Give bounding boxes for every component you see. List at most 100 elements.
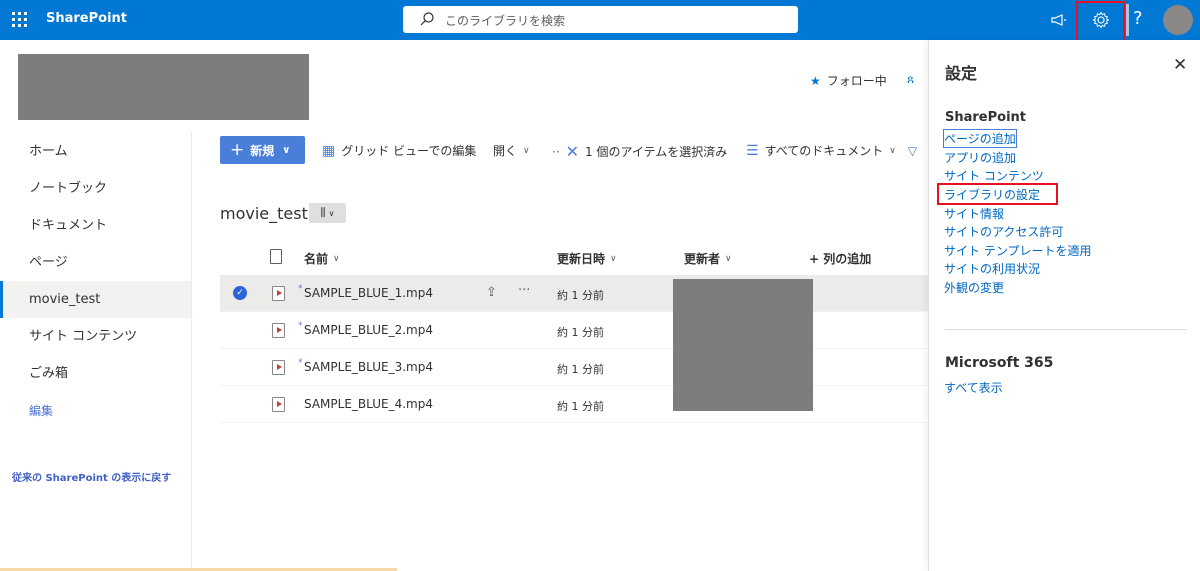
new-item-sparkle-icon: ⁎ [298,318,303,328]
view-selector[interactable]: ☰ すべてのドキュメント ∨ ▽ [746,142,917,159]
column-modified-label: 更新日時 [557,252,606,266]
add-column-label: + 列の追加 [809,252,872,266]
library-view-switch[interactable]: ⫼ ∨ [309,203,346,223]
library-icon: ⫼ [320,206,326,219]
m365-heading: Microsoft 365 [945,355,1054,371]
plus-icon: + [230,140,245,160]
sharepoint-heading: SharePoint [945,110,1027,125]
chevron-down-icon: ∨ [282,144,291,156]
close-icon[interactable]: ✕ [566,142,579,161]
file-name[interactable]: SAMPLE_BLUE_4.mp4 [304,397,433,411]
search-box[interactable]: このライブラリを検索 [403,6,798,33]
chevron-down-icon: ∨ [328,208,335,218]
link-site-permissions[interactable]: サイトのアクセス許可 [944,223,1063,240]
help-icon[interactable]: ? [1133,8,1143,29]
chevron-down-icon: ∨ [523,145,530,156]
file-modified: 約 1 分前 [557,326,604,339]
open-button[interactable]: 開く ∨ [493,142,530,159]
new-item-sparkle-icon: ⁎ [298,281,303,291]
checkmark-icon[interactable]: ✓ [233,286,247,300]
table-row[interactable]: ⁎ SAMPLE_BLUE_3.mp4 約 1 分前 [220,349,928,386]
table-row[interactable]: ✓ ⁎ SAMPLE_BLUE_1.mp4 ⇪ ··· 約 1 分前 [220,275,928,312]
chevron-down-icon: ∨ [610,253,617,264]
filter-icon[interactable]: ▽ [908,144,917,158]
file-type-header-icon[interactable] [270,249,282,264]
chevron-down-icon: ∨ [333,253,340,264]
open-label: 開く [493,144,518,158]
nav-item-movie-test[interactable]: movie_test [0,281,191,318]
close-icon[interactable]: ✕ [1173,55,1187,75]
nav-edit-link[interactable]: 編集 [29,402,53,419]
follow-label: フォロー中 [826,74,887,88]
left-navigation: ホーム ノートブック ドキュメント ページ movie_test サイト コンテ… [0,131,192,571]
grid-icon: ▦ [322,142,336,159]
file-name[interactable]: SAMPLE_BLUE_3.mp4 [304,360,433,374]
new-item-sparkle-icon: ⁎ [298,355,303,365]
share-icon[interactable]: ⇪ [486,285,497,300]
app-brand[interactable]: SharePoint [46,11,127,26]
link-change-look[interactable]: 外観の変更 [944,279,1004,296]
avatar[interactable] [1163,5,1193,35]
selected-count-label: 1 個のアイテムを選択済み [585,145,728,159]
video-file-icon [272,286,285,301]
video-file-icon [272,360,285,375]
link-apply-template[interactable]: サイト テンプレートを適用 [944,242,1091,259]
add-column-button[interactable]: + 列の追加 [809,250,871,267]
megaphone-icon[interactable] [1049,10,1069,30]
column-header-modified[interactable]: 更新日時 ∨ [557,250,617,267]
settings-panel: 設定 ✕ SharePoint ページの追加 アプリの追加 サイト コンテンツ … [928,40,1200,571]
link-site-usage[interactable]: サイトの利用状況 [944,260,1040,277]
link-add-app[interactable]: アプリの追加 [944,149,1016,166]
file-name[interactable]: SAMPLE_BLUE_1.mp4 [304,286,433,300]
search-placeholder: このライブラリを検索 [445,14,566,28]
grid-edit-button[interactable]: ▦ グリッド ビューでの編集 [322,142,476,159]
suite-bar: SharePoint このライブラリを検索 ? [0,0,1200,40]
file-modified: 約 1 分前 [557,400,604,413]
highlight-box [937,183,1058,205]
column-modified-by-label: 更新者 [684,252,721,266]
column-header-modified-by[interactable]: 更新者 ∨ [684,250,732,267]
file-modified: 約 1 分前 [557,363,604,376]
chevron-down-icon: ∨ [889,145,896,156]
modified-by-redacted [673,279,813,411]
library-title: movie_test [220,204,308,223]
nav-item-notebook[interactable]: ノートブック [0,170,191,207]
video-file-icon [272,323,285,338]
link-show-all[interactable]: すべて表示 [944,379,1003,396]
file-modified: 約 1 分前 [557,289,604,302]
active-indicator [1126,4,1129,36]
view-label: すべてのドキュメント [764,144,884,158]
gear-icon [1092,11,1110,29]
column-header-name[interactable]: 名前 ∨ [304,250,340,267]
site-logo-redacted [18,54,309,120]
follow-button[interactable]: ★ フォロー中 [810,72,887,89]
new-button[interactable]: + 新規 ∨ [220,136,305,164]
app-launcher-icon[interactable] [12,12,28,28]
panel-title: 設定 [945,64,978,83]
file-name[interactable]: SAMPLE_BLUE_2.mp4 [304,323,433,337]
more-dots-icon: ·· [552,144,560,159]
nav-item-recycle-bin[interactable]: ごみ箱 [0,355,191,392]
return-classic-link[interactable]: 従来の SharePoint の表示に戻す [12,469,171,484]
link-add-page[interactable]: ページの追加 [943,129,1017,148]
link-site-info[interactable]: サイト情報 [944,205,1004,222]
table-row[interactable]: ⁎ SAMPLE_BLUE_2.mp4 約 1 分前 [220,312,928,349]
nav-item-documents[interactable]: ドキュメント [0,207,191,244]
more-options-icon[interactable]: ··· [518,283,530,298]
selection-status[interactable]: ·· ✕ 1 個のアイテムを選択済み [552,142,727,161]
chevron-down-icon: ∨ [725,253,732,264]
members-icon[interactable]: ጸ [907,72,914,87]
nav-item-pages[interactable]: ページ [0,244,191,281]
nav-item-home[interactable]: ホーム [0,133,191,170]
search-icon [420,12,434,26]
link-site-contents[interactable]: サイト コンテンツ [944,167,1044,184]
nav-item-site-contents[interactable]: サイト コンテンツ [0,318,191,355]
star-icon: ★ [810,73,821,88]
new-label: 新規 [250,143,275,158]
divider [945,329,1187,330]
table-row[interactable]: SAMPLE_BLUE_4.mp4 約 1 分前 [220,386,928,423]
column-name-label: 名前 [304,252,329,266]
video-file-icon [272,397,285,412]
grid-edit-label: グリッド ビューでの編集 [341,144,477,158]
list-icon: ☰ [746,142,759,159]
